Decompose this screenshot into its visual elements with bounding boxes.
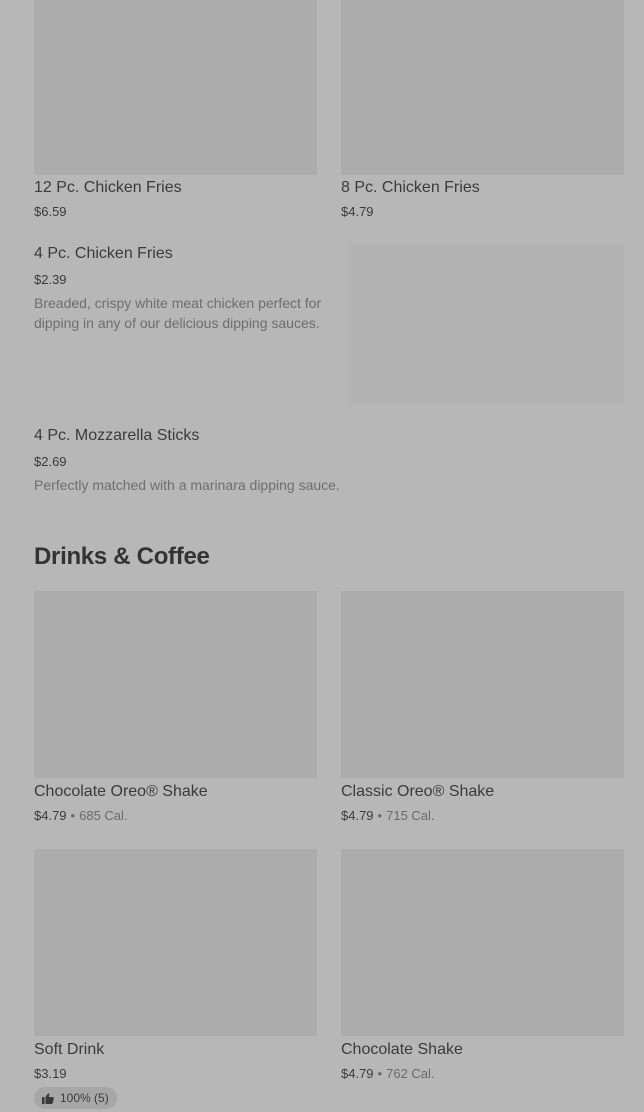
item-price-mozzarella-sticks: $2.69 — [34, 454, 67, 469]
item-image-chocolate-shake[interactable] — [341, 849, 624, 1036]
rating-text: 100% (5) — [60, 1091, 109, 1105]
item-image-soft-drink[interactable] — [34, 849, 317, 1036]
price-value: $4.79 — [341, 808, 374, 823]
item-image-chocolate-oreo-shake[interactable] — [34, 591, 317, 778]
calories-value: 762 Cal. — [386, 1066, 435, 1081]
calories-value: 715 Cal. — [386, 808, 435, 823]
item-price-classic-oreo-shake: $4.79 • 715 Cal. — [341, 808, 435, 823]
item-image-12-pc-chicken-fries[interactable] — [34, 0, 317, 175]
item-price-8-pc-chicken-fries: $4.79 — [341, 204, 374, 219]
item-image-classic-oreo-shake[interactable] — [341, 591, 624, 778]
item-description-4-pc-chicken-fries: Breaded, crispy white meat chicken perfe… — [34, 295, 322, 331]
calories-value: 685 Cal. — [79, 808, 128, 823]
item-name-soft-drink[interactable]: Soft Drink — [34, 1041, 104, 1059]
thumbs-up-icon — [42, 1092, 54, 1104]
item-price-12-pc-chicken-fries: $6.59 — [34, 204, 67, 219]
item-price-chocolate-oreo-shake: $4.79 • 685 Cal. — [34, 808, 128, 823]
item-name-12-pc-chicken-fries[interactable]: 12 Pc. Chicken Fries — [34, 179, 182, 197]
separator-dot: • — [70, 808, 76, 823]
item-description-mozzarella-sticks: Perfectly matched with a marinara dippin… — [34, 477, 340, 493]
item-name-chocolate-shake[interactable]: Chocolate Shake — [341, 1041, 463, 1059]
item-price-4-pc-chicken-fries: $2.39 — [34, 272, 67, 287]
price-value: $4.79 — [341, 1066, 374, 1081]
price-value: $4.79 — [34, 808, 67, 823]
section-title-drinks-coffee: Drinks & Coffee — [34, 543, 210, 570]
item-price-soft-drink: $3.19 — [34, 1066, 67, 1081]
item-image-4-pc-chicken-fries[interactable] — [349, 244, 624, 404]
separator-dot: • — [377, 808, 383, 823]
item-name-classic-oreo-shake[interactable]: Classic Oreo® Shake — [341, 783, 494, 801]
item-name-chocolate-oreo-shake[interactable]: Chocolate Oreo® Shake — [34, 783, 208, 801]
item-image-8-pc-chicken-fries[interactable] — [341, 0, 624, 175]
item-name-mozzarella-sticks[interactable]: 4 Pc. Mozzarella Sticks — [34, 427, 199, 445]
item-name-8-pc-chicken-fries[interactable]: 8 Pc. Chicken Fries — [341, 179, 480, 197]
item-name-4-pc-chicken-fries[interactable]: 4 Pc. Chicken Fries — [34, 245, 173, 263]
item-price-chocolate-shake: $4.79 • 762 Cal. — [341, 1066, 435, 1081]
separator-dot: • — [377, 1066, 383, 1081]
rating-badge: 100% (5) — [34, 1087, 117, 1109]
